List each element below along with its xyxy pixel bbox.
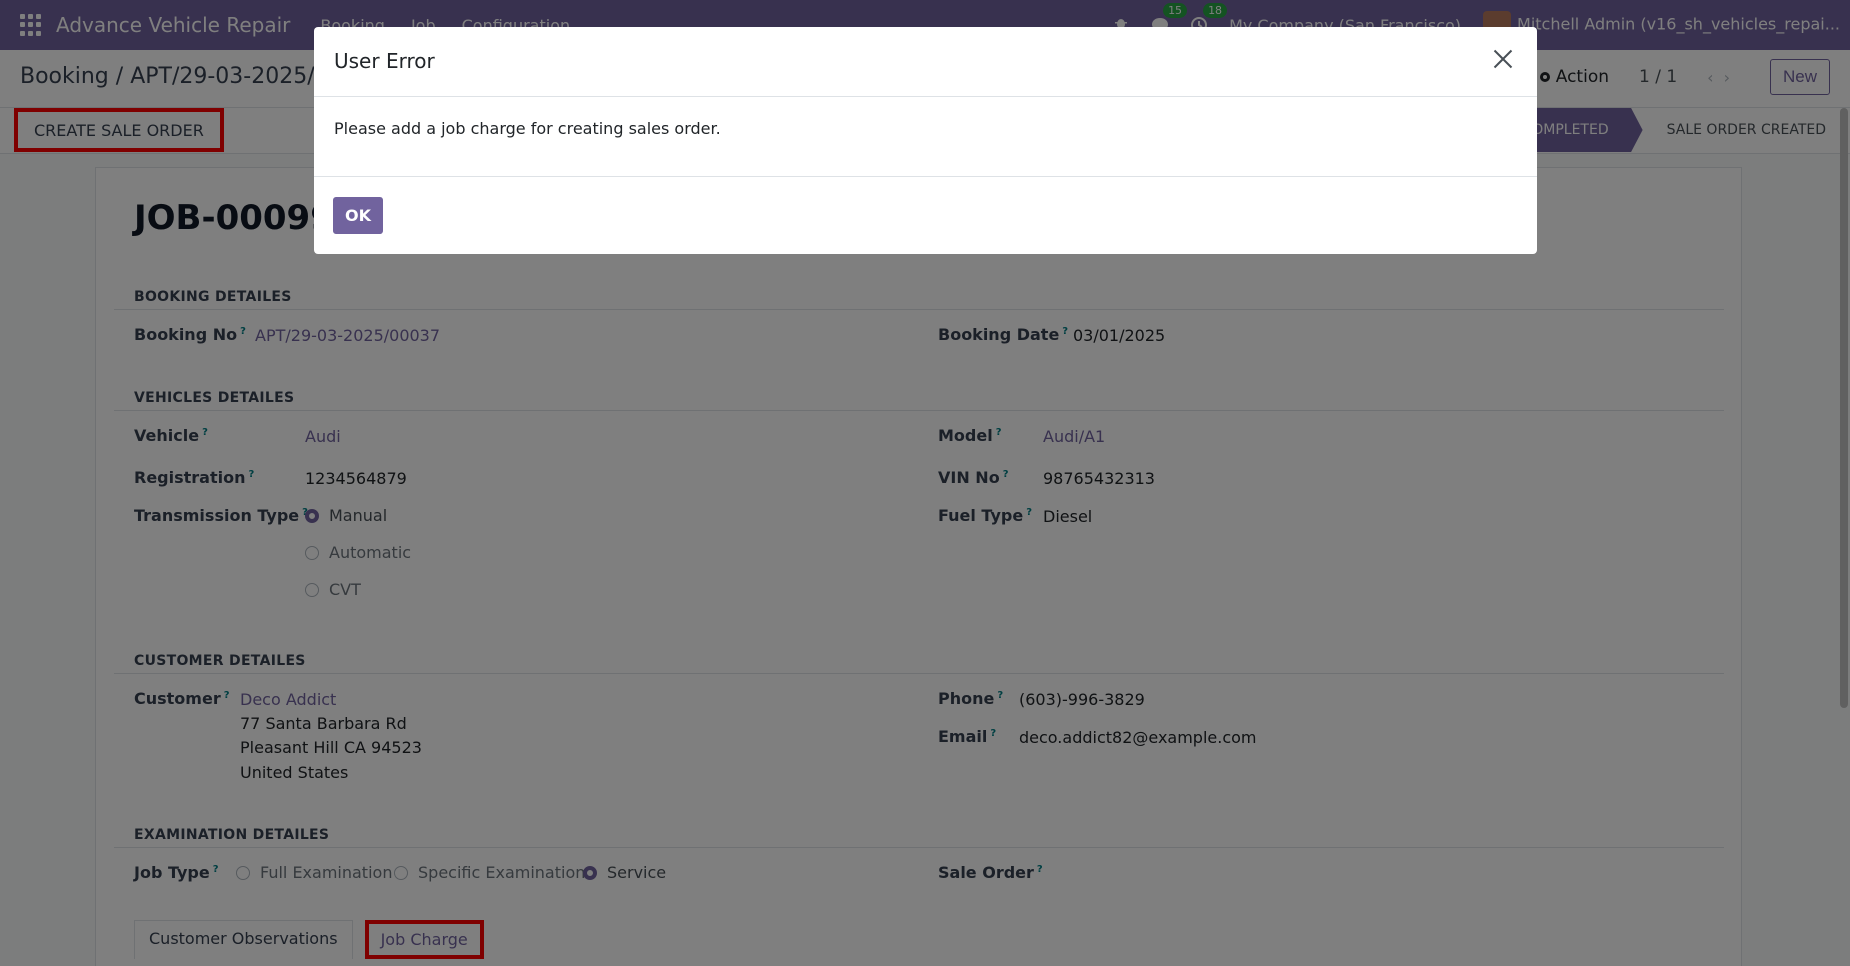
- user-error-dialog: User Error Please add a job charge for c…: [314, 27, 1537, 254]
- ok-button[interactable]: OK: [333, 197, 383, 234]
- dialog-title: User Error: [334, 49, 435, 73]
- dialog-header: User Error: [314, 27, 1537, 97]
- dialog-body: Please add a job charge for creating sal…: [314, 97, 1537, 177]
- dialog-footer: OK: [314, 177, 1537, 254]
- close-icon[interactable]: [1489, 45, 1517, 73]
- dialog-message: Please add a job charge for creating sal…: [334, 119, 721, 138]
